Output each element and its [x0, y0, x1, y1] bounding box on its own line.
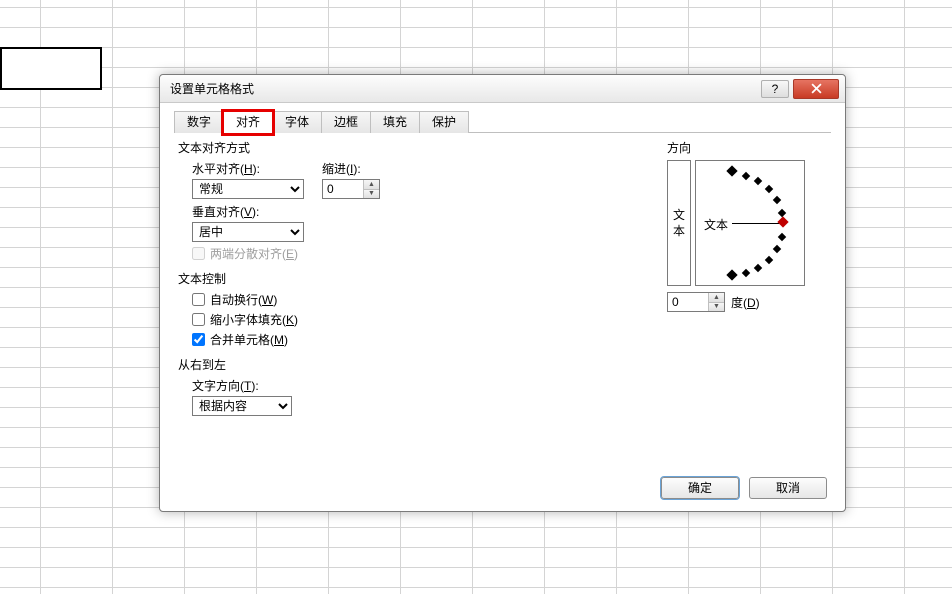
wrap-text-checkbox[interactable]: 自动换行(W) [192, 291, 657, 308]
titlebar[interactable]: 设置单元格格式 ? [160, 75, 845, 103]
degree-spinner[interactable]: ▲ ▼ [667, 292, 725, 312]
cancel-button[interactable]: 取消 [749, 477, 827, 499]
dial-dot [765, 256, 773, 264]
dial-dot [741, 172, 749, 180]
dialog-body: 数字 对齐 字体 边框 填充 保护 文本对齐方式 水平对齐(H): [160, 103, 845, 511]
help-button[interactable]: ? [761, 80, 789, 98]
dial-center-label: 文本 [704, 216, 728, 233]
vertical-text-button[interactable]: 文 本 [667, 160, 691, 286]
dial-dot [726, 165, 737, 176]
ok-button[interactable]: 确定 [661, 477, 739, 499]
dial-dot [741, 269, 749, 277]
format-cells-dialog: 设置单元格格式 ? 数字 对齐 字体 边框 填充 保护 文本对齐方式 [159, 74, 846, 512]
indent-up[interactable]: ▲ [364, 180, 379, 189]
shrink-to-fit-input[interactable] [192, 313, 205, 326]
vertical-align-label: 垂直对齐(V): [192, 203, 657, 220]
section-orientation: 方向 文 本 文本 [667, 139, 827, 312]
shrink-to-fit-checkbox[interactable]: 缩小字体填充(K) [192, 311, 657, 328]
section-text-control: 文本控制 自动换行(W) 缩小字体填充(K) 合并单元格(M) [178, 270, 657, 348]
left-column: 文本对齐方式 水平对齐(H): 常规 缩进(I): [178, 139, 667, 471]
dial-dot [754, 177, 762, 185]
dialog-title: 设置单元格格式 [170, 80, 761, 97]
section-rtl: 从右到左 文字方向(T): 根据内容 [178, 356, 657, 416]
tab-content: 文本对齐方式 水平对齐(H): 常规 缩进(I): [174, 133, 831, 471]
degree-input[interactable] [668, 293, 708, 311]
tab-protection[interactable]: 保护 [419, 111, 469, 133]
text-alignment-heading: 文本对齐方式 [178, 139, 657, 156]
merge-cells-checkbox[interactable]: 合并单元格(M) [192, 331, 657, 348]
dial-dot [726, 269, 737, 280]
close-icon [811, 83, 822, 94]
tab-fill[interactable]: 填充 [370, 111, 420, 133]
indent-label: 缩进(I): [322, 160, 380, 177]
merge-cells-input[interactable] [192, 333, 205, 346]
indent-down[interactable]: ▼ [364, 189, 379, 199]
tab-font[interactable]: 字体 [272, 111, 322, 133]
indent-spinner[interactable]: ▲ ▼ [322, 179, 380, 199]
right-column: 方向 文 本 文本 [667, 139, 827, 471]
wrap-text-input[interactable] [192, 293, 205, 306]
dial-dot [773, 245, 781, 253]
degree-up[interactable]: ▲ [709, 293, 724, 302]
active-cell-border [0, 47, 102, 90]
horizontal-align-select[interactable]: 常规 [192, 179, 304, 199]
vertical-char-1: 文 [673, 207, 685, 223]
tab-alignment[interactable]: 对齐 [223, 111, 273, 134]
vertical-char-2: 本 [673, 223, 685, 239]
tab-border[interactable]: 边框 [321, 111, 371, 133]
dial-dot [754, 264, 762, 272]
rtl-heading: 从右到左 [178, 356, 657, 373]
dial-dot [773, 196, 781, 204]
dial-pointer-line [732, 223, 784, 224]
orientation-heading: 方向 [667, 139, 827, 156]
text-control-heading: 文本控制 [178, 270, 657, 287]
tab-number[interactable]: 数字 [174, 111, 224, 133]
tab-strip: 数字 对齐 字体 边框 填充 保护 [174, 111, 831, 133]
orientation-dial[interactable]: 文本 [695, 160, 805, 286]
justify-distributed-input [192, 247, 205, 260]
dial-dot-current [777, 216, 788, 227]
vertical-align-select[interactable]: 居中 [192, 222, 304, 242]
degree-down[interactable]: ▼ [709, 302, 724, 312]
dial-dot [765, 185, 773, 193]
text-direction-label: 文字方向(T): [192, 377, 657, 394]
section-text-alignment: 文本对齐方式 水平对齐(H): 常规 缩进(I): [178, 139, 657, 262]
dial-dot [778, 232, 786, 240]
close-button[interactable] [793, 79, 839, 99]
justify-distributed-checkbox: 两端分散对齐(E) [192, 245, 657, 262]
degree-label: 度(D) [731, 294, 760, 311]
horizontal-align-label: 水平对齐(H): [192, 160, 304, 177]
indent-input[interactable] [323, 180, 363, 198]
dialog-footer: 确定 取消 [174, 471, 831, 501]
text-direction-select[interactable]: 根据内容 [192, 396, 292, 416]
